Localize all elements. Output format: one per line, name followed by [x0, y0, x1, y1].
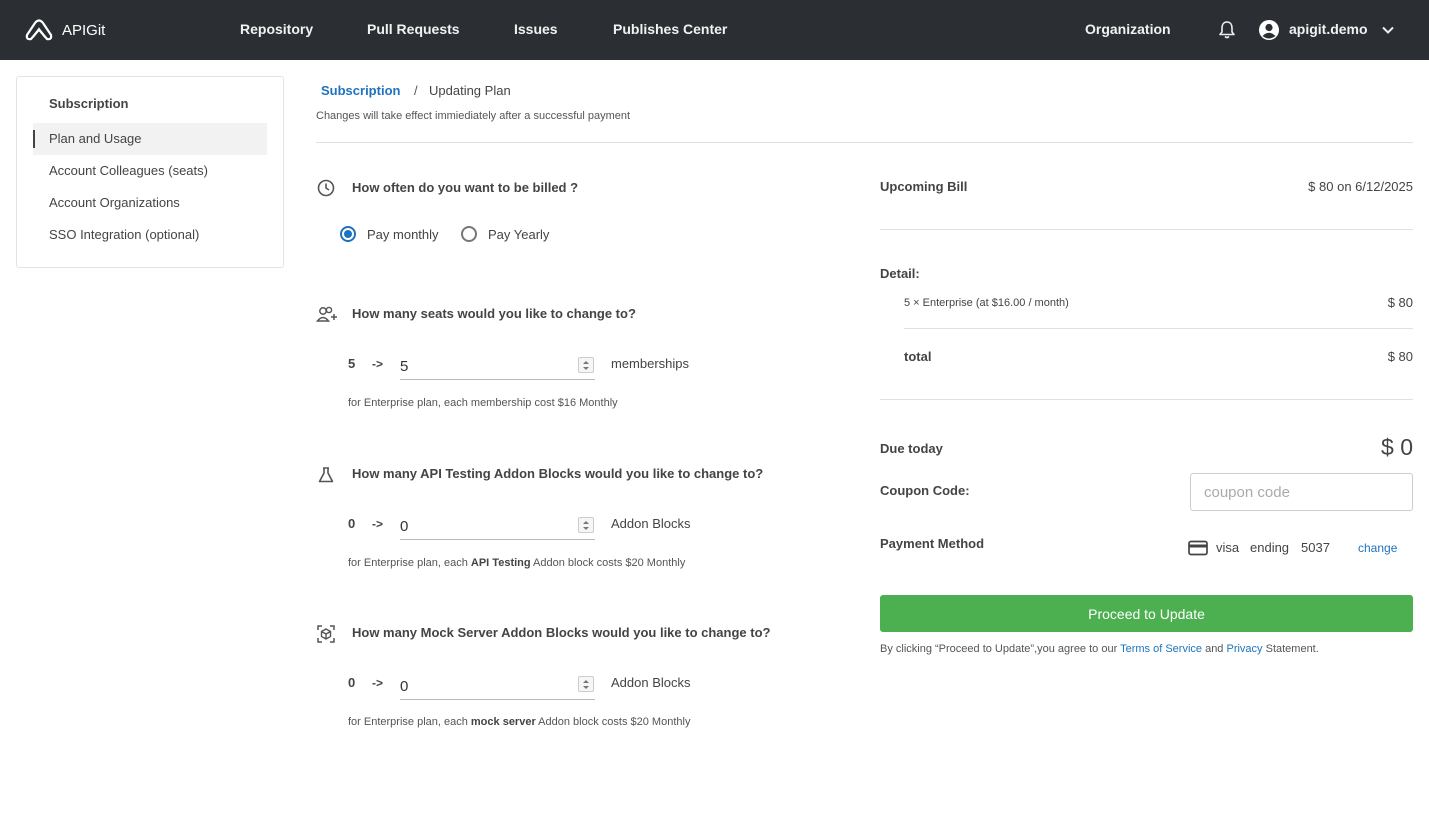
account-avatar-icon[interactable] — [1258, 19, 1280, 41]
seats-stepper-icon[interactable] — [578, 357, 594, 373]
radio-selected-icon — [340, 226, 356, 242]
seats-current-value: 5 — [348, 356, 356, 371]
payment-method-label: Payment Method — [880, 536, 985, 551]
detail-item-value: $ 80 — [1387, 295, 1413, 310]
add-user-icon — [316, 306, 337, 322]
upcoming-bill-value: $ 80 on 6/12/2025 — [1308, 179, 1413, 194]
coupon-code-label: Coupon Code: — [880, 483, 970, 498]
proceed-to-update-button[interactable]: Proceed to Update — [880, 595, 1413, 632]
username[interactable]: apigit.demo — [1289, 21, 1368, 37]
api-testing-stepper-icon[interactable] — [578, 517, 594, 533]
chevron-down-icon[interactable] — [1380, 22, 1396, 38]
terms-prefix: By clicking “Proceed to Update”,you agre… — [880, 643, 1121, 655]
terms-suffix: Statement. — [1262, 643, 1319, 655]
note-bold: mock server — [470, 716, 536, 728]
api-testing-input[interactable] — [400, 510, 595, 540]
pay-monthly-label: Pay monthly — [367, 226, 439, 242]
pay-monthly-radio[interactable]: Pay monthly — [340, 226, 439, 242]
sidebar-item-account-organizations[interactable]: Account Organizations — [33, 187, 267, 219]
brand-name: APIGit — [62, 21, 106, 39]
brand[interactable]: APIGit — [24, 18, 105, 42]
summary-divider — [880, 399, 1413, 400]
total-value: $ 80 — [1387, 349, 1413, 364]
sidebar-item-sso-integration[interactable]: SSO Integration (optional) — [33, 219, 267, 251]
mock-server-input[interactable] — [400, 670, 595, 700]
due-today-value: $ 0 — [1381, 434, 1413, 460]
nav-repository[interactable]: Repository — [240, 21, 313, 37]
header-divider — [316, 142, 1413, 143]
note-bold: API Testing — [470, 557, 531, 569]
card-brand: visa — [1216, 540, 1240, 555]
detail-divider — [904, 328, 1413, 329]
nav-issues[interactable]: Issues — [514, 21, 558, 37]
nav-organization[interactable]: Organization — [1085, 21, 1171, 37]
terms-statement: By clicking “Proceed to Update”,you agre… — [880, 643, 1319, 655]
change-payment-link[interactable]: change — [1358, 541, 1397, 555]
breadcrumb-current: Updating Plan — [429, 83, 511, 98]
flask-icon — [318, 467, 334, 483]
api-testing-arrow: -> — [372, 517, 384, 531]
pay-yearly-radio[interactable]: Pay Yearly — [461, 226, 549, 242]
api-testing-unit: Addon Blocks — [611, 516, 691, 531]
clock-icon — [317, 179, 335, 197]
mock-server-current-value: 0 — [348, 675, 356, 690]
api-testing-current-value: 0 — [348, 516, 356, 531]
coupon-input[interactable] — [1190, 473, 1413, 511]
cube-scan-icon — [317, 625, 335, 643]
terms-of-service-link[interactable]: Terms of Service — [1120, 643, 1202, 655]
total-label: total — [904, 349, 932, 364]
mock-server-unit: Addon Blocks — [611, 675, 691, 690]
nav-pull-requests[interactable]: Pull Requests — [367, 21, 460, 37]
mock-server-note: for Enterprise plan, each mock server Ad… — [348, 716, 690, 728]
seats-note: for Enterprise plan, each membership cos… — [348, 397, 618, 409]
upcoming-bill-label: Upcoming Bill — [880, 179, 968, 194]
seats-input[interactable] — [400, 350, 595, 380]
note-suffix: Addon block costs $20 Monthly — [535, 716, 691, 728]
apigit-logo-icon — [25, 19, 53, 41]
sidebar-title: Subscription — [49, 96, 129, 111]
radio-unselected-icon — [461, 226, 477, 242]
api-testing-note: for Enterprise plan, each API Testing Ad… — [348, 557, 685, 569]
mock-server-question: How many Mock Server Addon Blocks would … — [352, 625, 771, 640]
nav-publishes-center[interactable]: Publishes Center — [613, 21, 727, 37]
sidebar-item-plan-and-usage[interactable]: Plan and Usage — [33, 123, 267, 155]
summary-divider — [880, 229, 1413, 230]
note-suffix: Addon block costs $20 Monthly — [530, 557, 686, 569]
detail-item: 5 × Enterprise (at $16.00 / month) — [904, 297, 1069, 309]
note-prefix: for Enterprise plan, each — [348, 557, 471, 569]
billing-question: How often do you want to be billed ? — [352, 180, 579, 195]
pay-yearly-label: Pay Yearly — [488, 226, 550, 242]
privacy-link[interactable]: Privacy — [1226, 643, 1262, 655]
card-ending-label: ending — [1250, 540, 1290, 555]
page-subtitle: Changes will take effect immiediately af… — [316, 110, 631, 122]
bell-icon[interactable] — [1217, 20, 1237, 40]
sidebar-item-account-colleagues[interactable]: Account Colleagues (seats) — [33, 155, 267, 187]
breadcrumb-subscription[interactable]: Subscription — [321, 83, 400, 98]
top-navbar: APIGit Repository Pull Requests Issues P… — [0, 0, 1429, 60]
api-testing-question: How many API Testing Addon Blocks would … — [352, 466, 764, 481]
card-last4: 5037 — [1301, 540, 1330, 555]
breadcrumb-separator: / — [414, 83, 418, 98]
seats-arrow: -> — [372, 357, 384, 371]
note-prefix: for Enterprise plan, each — [348, 716, 471, 728]
seats-unit: memberships — [611, 356, 690, 371]
seats-question: How many seats would you like to change … — [352, 306, 636, 321]
detail-label: Detail: — [880, 266, 920, 281]
sidebar: Subscription Plan and Usage Account Coll… — [16, 76, 284, 268]
credit-card-icon — [1188, 540, 1208, 556]
mock-server-arrow: -> — [372, 676, 384, 690]
due-today-label: Due today — [880, 441, 943, 456]
terms-and: and — [1202, 643, 1227, 655]
mock-server-stepper-icon[interactable] — [578, 676, 594, 692]
